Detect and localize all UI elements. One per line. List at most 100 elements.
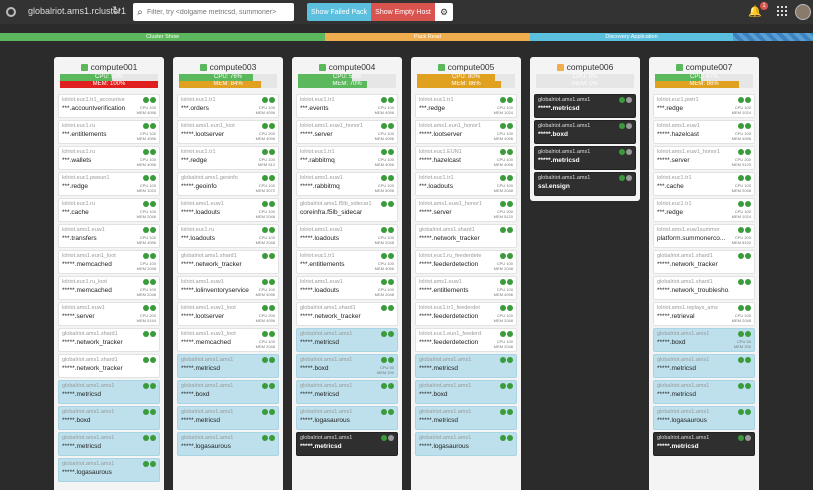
task-card[interactable]: lolriot.ams1.euw1 *****.hazelcast CPU 100 M… [653,120,755,144]
task-card[interactable]: lolriot.euc1.eun1_feederd *****.feederdet… [415,328,517,352]
search-box[interactable]: ⌕ [133,3,294,21]
task-card[interactable]: lolriot.ams1.euw1 ***.transfers CPU 100 MEM… [58,224,160,248]
task-card[interactable]: lolriot.ams1.euw1_honor1 *****.server CPU … [415,198,517,222]
host-header[interactable]: compute001 [57,60,161,74]
settings-icon[interactable] [6,7,16,17]
task-card[interactable]: lolriot.euc1.tr1 ***.rabbitmq CPU 100 MEM 4… [296,146,398,170]
task-card[interactable]: lolriot.euc1.EUN1 *****.hazelcast CPU 100 M… [415,146,517,170]
restart-icon[interactable] [150,97,156,103]
restart-icon[interactable] [150,201,156,207]
task-card[interactable]: globalriot.ams1.ams1 *****.metricsd [296,380,398,404]
restart-icon[interactable] [745,149,751,155]
task-card[interactable]: lolriot.ams1.euw1 *****.entitlements CPU 1… [415,276,517,300]
task-card[interactable]: lolriot.euc1.tr1 ***.entitlements CPU 100 M… [296,250,398,274]
restart-icon[interactable] [269,305,275,311]
task-card[interactable]: lolriot.euc1.tr1 ***.cache CPU 100 MEM 2048 [653,172,755,196]
task-card[interactable]: globalriot.ams1.shard1 *****.network_trac… [296,302,398,326]
task-card[interactable]: lolriot.euc1.tr1 ***.orders CPU 100 MEM 409… [177,94,279,118]
task-card[interactable]: globalriot.ams1.ams1 *****.metricsd [177,354,279,378]
restart-icon[interactable] [269,253,275,259]
restart-icon[interactable] [269,383,275,389]
task-card[interactable]: globalriot.ams1.ams1 *****.boxd CPU 50 MEM … [653,328,755,352]
task-card[interactable]: globalriot.ams1.ams1 *****.metricsd [58,432,160,456]
restart-icon[interactable] [626,123,632,129]
restart-icon[interactable] [507,253,513,259]
avatar[interactable] [795,4,811,20]
restart-icon[interactable] [388,435,394,441]
restart-icon[interactable] [150,123,156,129]
restart-icon[interactable] [269,357,275,363]
restart-icon[interactable] [150,279,156,285]
restart-icon[interactable] [507,279,513,285]
restart-icon[interactable] [745,305,751,311]
restart-icon[interactable] [745,409,751,415]
restart-icon[interactable] [388,409,394,415]
task-card[interactable]: globalriot.ams1.ams1 ssl.ensign [534,172,636,196]
task-card[interactable]: lolriot.ams1.euw1 *****.loadouts CPU 100 ME… [177,198,279,222]
task-card[interactable]: lolriot.ams1.replays_ams *****.retrieval C… [653,302,755,326]
restart-icon[interactable] [745,175,751,181]
restart-icon[interactable] [626,175,632,181]
restart-icon[interactable] [745,227,751,233]
task-card[interactable]: lolriot.ams1.eun1_honor1 *****.lootserver… [415,120,517,144]
task-card[interactable]: globalriot.ams1.ams1 *****.boxd [415,380,517,404]
restart-icon[interactable] [269,331,275,337]
task-card[interactable]: globalriot.ams1.ams1 *****.metricsd [415,354,517,378]
restart-icon[interactable] [745,435,751,441]
restart-icon[interactable] [269,227,275,233]
task-card[interactable]: globalriot.ams1.ams1 *****.logasaurous [177,432,279,456]
restart-icon[interactable] [150,227,156,233]
restart-icon[interactable] [507,383,513,389]
apps-grid-icon[interactable] [777,6,787,16]
task-card[interactable]: globalriot.ams1.ams1 *****.metricsd [653,380,755,404]
task-card[interactable]: lolriot.ams1.euw1 *****.loadouts CPU 100 ME… [296,276,398,300]
task-card[interactable]: globalriot.ams1.ams1 *****.metricsd [653,354,755,378]
task-card[interactable]: lolriot.euc1.tr1_accountve ***.accountver… [58,94,160,118]
search-input[interactable] [147,5,292,19]
task-card[interactable]: lolriot.euc1.pweun1 ***.redge CPU 100 MEM 1… [58,172,160,196]
task-card[interactable]: lolriot.euc1.tr1 ***.events CPU 100 MEM 409… [296,94,398,118]
restart-icon[interactable] [269,97,275,103]
task-card[interactable]: lolriot.ams1.euw1 *****.lolinventoryservi… [177,276,279,300]
restart-icon[interactable] [388,305,394,311]
restart-icon[interactable] [269,123,275,129]
task-card[interactable]: globalriot.ams1.ams1 *****.boxd [534,120,636,144]
restart-icon[interactable] [388,331,394,337]
task-card[interactable]: lolriot.euc1.ru ***.loadouts CPU 100 MEM 20… [177,224,279,248]
task-card[interactable]: globalriot.ams1.ams1 *****.logasaurous [653,406,755,430]
restart-icon[interactable] [269,279,275,285]
task-card[interactable]: lolriot.ams1.euw1_loot *****.lootserver CP… [177,302,279,326]
host-header[interactable]: compute007 [652,60,756,74]
restart-icon[interactable] [626,149,632,155]
restart-icon[interactable] [388,175,394,181]
restart-icon[interactable] [150,305,156,311]
restart-icon[interactable] [150,461,156,467]
restart-icon[interactable] [507,201,513,207]
task-card[interactable]: lolriot.euc1.ru ***.cache CPU 100 MEM 2048 [58,198,160,222]
task-card[interactable]: lolriot.ams1.euw1 *****.loadouts CPU 100 ME… [296,224,398,248]
restart-icon[interactable] [507,123,513,129]
filter-settings-button[interactable]: ⚙ [435,3,453,21]
task-card[interactable]: globalriot.ams1.geoinfo *****.geoinfo CPU … [177,172,279,196]
restart-icon[interactable] [269,435,275,441]
task-card[interactable]: globalriot.ams1.ams1 *****.metricsd [177,406,279,430]
show-empty-host-button[interactable]: Show Empty Host [371,3,435,21]
task-card[interactable]: globalriot.ams1.ams1 *****.metricsd [58,380,160,404]
task-card[interactable]: lolriot.euc1.pwtr1 ***.redge CPU 100 MEM 10… [653,94,755,118]
restart-icon[interactable] [388,97,394,103]
task-card[interactable]: globalriot.ams1.f5lb_sidecar1 coreinfra.f… [296,198,398,222]
restart-icon[interactable] [388,357,394,363]
task-card[interactable]: globalriot.ams1.ams1 *****.boxd [58,406,160,430]
restart-icon[interactable] [150,253,156,259]
restart-icon[interactable] [745,253,751,259]
task-card[interactable]: lolriot.ams1.euw1_loot *****.memcached CPU… [177,328,279,352]
task-card[interactable]: globalriot.ams1.ams1 *****.metricsd [415,406,517,430]
restart-icon[interactable] [388,149,394,155]
restart-icon[interactable] [507,175,513,181]
task-card[interactable]: lolriot.euc1.tr1_feederdet *****.feederde… [415,302,517,326]
task-card[interactable]: lolriot.euc1.tr1 ***.redge CPU 100 MEM 512 [177,146,279,170]
restart-icon[interactable] [745,357,751,363]
restart-icon[interactable] [507,97,513,103]
restart-icon[interactable] [388,201,394,207]
task-card[interactable]: lolriot.euc1.tr1 ***.loadouts CPU 100 MEM 2… [415,172,517,196]
